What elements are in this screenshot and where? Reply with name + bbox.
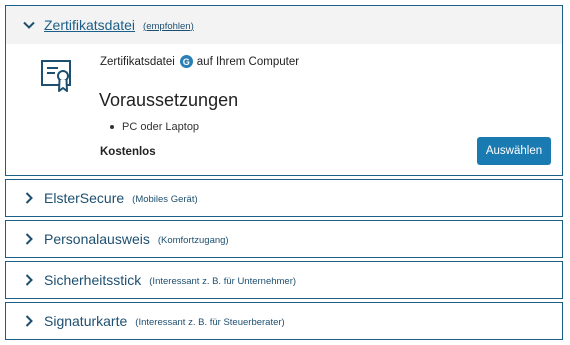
requirements-heading: Voraussetzungen — [99, 90, 239, 110]
accordion-title: Sicherheitsstick — [44, 272, 142, 288]
accordion-header-signaturkarte[interactable]: Signaturkarte (Interessant z. B. für Ste… — [6, 303, 562, 339]
chevron-right-icon — [22, 232, 36, 246]
accordion-subtitle: (Interessant z. B. für Unternehmer) — [149, 275, 297, 287]
accordion-header-personalausweis[interactable]: Personalausweis (Komfortzugang) — [6, 221, 562, 257]
description-text: Zertifikatsdatei — [100, 55, 175, 68]
accordion-subtitle: (Mobiles Gerät) — [132, 193, 198, 205]
accordion-panel-personalausweis: Personalausweis (Komfortzugang) — [5, 220, 563, 258]
chevron-right-icon — [22, 273, 36, 287]
list-item: PC oder Laptop — [110, 121, 199, 133]
info-badge-icon[interactable]: G — [179, 55, 193, 68]
login-method-selector: Zertifikatsdatei (empfohlen) Zertifikats… — [0, 0, 570, 345]
accordion-title: Zertifikatsdatei — [44, 17, 136, 33]
requirement-text: PC oder Laptop — [122, 121, 200, 133]
accordion-header-elstersecure[interactable]: ElsterSecure (Mobiles Gerät) — [6, 180, 562, 216]
accordion-title: ElsterSecure — [44, 190, 125, 206]
accordion-title: Signaturkarte — [44, 313, 128, 329]
accordion-subtitle: (empfohlen) — [143, 20, 194, 32]
accordion-header-sicherheitsstick[interactable]: Sicherheitsstick (Interessant z. B. für … — [6, 262, 562, 298]
accordion-panel-zertifikatsdatei: Zertifikatsdatei (empfohlen) Zertifikats… — [5, 5, 563, 176]
cost-label: Kostenlos — [100, 146, 156, 158]
accordion-panel-sicherheitsstick: Sicherheitsstick (Interessant z. B. für … — [5, 261, 563, 299]
description-text-suffix: auf Ihrem Computer — [196, 55, 300, 68]
accordion-header-zertifikatsdatei[interactable]: Zertifikatsdatei (empfohlen) — [6, 6, 562, 44]
chevron-right-icon — [22, 314, 36, 328]
accordion-subtitle: (Interessant z. B. für Steuerberater) — [135, 316, 285, 328]
method-description: Zertifikatsdatei G auf Ihrem Computer — [100, 55, 299, 68]
accordion-panel-elstersecure: ElsterSecure (Mobiles Gerät) — [5, 179, 563, 217]
certificate-icon — [40, 58, 74, 94]
select-button[interactable]: Auswählen — [477, 137, 551, 165]
accordion-panel-signaturkarte: Signaturkarte (Interessant z. B. für Ste… — [5, 302, 563, 340]
bullet-icon — [110, 125, 114, 129]
chevron-right-icon — [22, 191, 36, 205]
requirements-list: PC oder Laptop — [110, 121, 199, 133]
accordion-subtitle: (Komfortzugang) — [157, 234, 229, 246]
accordion-content: Zertifikatsdatei G auf Ihrem Computer Vo… — [6, 44, 562, 178]
accordion-title: Personalausweis — [44, 231, 150, 247]
chevron-down-icon — [22, 18, 36, 32]
